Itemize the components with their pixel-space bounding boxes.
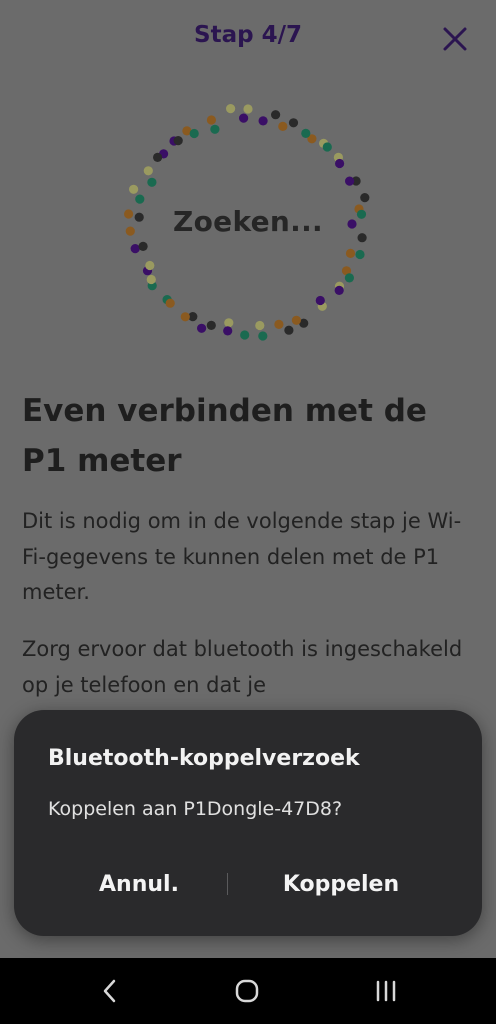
spinner-dot — [345, 176, 355, 186]
spinner-dot — [138, 241, 148, 251]
bluetooth-instruction-text: Zorg ervoor dat bluetooth is ingeschakel… — [22, 637, 463, 697]
system-navigation-bar — [0, 958, 496, 1024]
back-button[interactable] — [80, 970, 140, 1012]
dialog-message: Koppelen aan P1Dongle-47D8? — [48, 798, 343, 820]
recents-icon — [376, 980, 396, 1002]
spinner-dot — [240, 330, 250, 340]
spinner-dot — [291, 315, 301, 325]
searching-label: Zoeken... — [173, 205, 323, 238]
spinner-dot — [271, 110, 281, 120]
spinner-dot — [344, 273, 354, 283]
spinner-dot — [335, 158, 345, 169]
spinner-dot — [274, 319, 284, 329]
home-button[interactable] — [217, 970, 277, 1012]
instruction-text: Dit is nodig om in de volgende stap je W… — [22, 509, 462, 604]
spinner-dot — [258, 116, 268, 126]
spinner-dot — [153, 152, 163, 162]
spinner-dot — [315, 295, 325, 306]
spinner-dot — [360, 193, 370, 203]
spinner-dot — [206, 320, 216, 330]
close-icon — [443, 27, 467, 51]
pair-button[interactable]: Koppelen — [246, 860, 436, 908]
spinner-dot — [180, 312, 190, 322]
recents-button[interactable] — [356, 970, 416, 1012]
header: Stap 4/7 — [0, 0, 496, 78]
spinner-dot — [239, 113, 249, 123]
spinner-dot — [145, 260, 155, 271]
cancel-button[interactable]: Annul. — [54, 860, 224, 908]
home-icon — [235, 979, 259, 1003]
spinner-dot — [278, 121, 288, 131]
spinner-dot — [165, 298, 175, 308]
spinner-dot — [301, 128, 311, 138]
back-icon — [103, 979, 116, 1003]
spinner-dot — [210, 124, 220, 134]
dialog-title: Bluetooth-koppelverzoek — [48, 746, 360, 771]
spinner-dot — [206, 115, 216, 125]
spinner-dot — [334, 285, 344, 295]
spinner-dot — [223, 326, 233, 336]
page-heading: Even verbinden met de P1 meter — [22, 393, 427, 479]
spinner-dot — [129, 184, 139, 194]
spinner-dot — [355, 249, 365, 260]
spinner-dot — [284, 325, 294, 335]
spinner-dot — [322, 142, 332, 152]
bluetooth-pairing-dialog: Bluetooth-koppelverzoek Koppelen aan P1D… — [14, 710, 482, 936]
spinner-dot — [224, 318, 234, 328]
spinner-dot — [258, 331, 268, 341]
step-title: Stap 4/7 — [194, 22, 302, 48]
spinner-dot — [345, 248, 356, 258]
spinner-dot — [243, 104, 253, 114]
spinner-dot — [255, 320, 265, 331]
close-button[interactable] — [436, 20, 474, 58]
spinner-dot — [173, 136, 183, 146]
spinner-dot — [147, 177, 157, 187]
spinner-dot — [288, 118, 299, 128]
spinner-dot — [143, 166, 153, 176]
spinner-dot — [135, 194, 145, 204]
spinner-dot — [189, 128, 199, 139]
spinner-dot — [130, 244, 140, 254]
spinner-dot — [146, 274, 156, 285]
spinner-dot — [197, 323, 207, 333]
spinner-dot — [226, 104, 236, 114]
dialog-button-divider — [227, 873, 228, 895]
